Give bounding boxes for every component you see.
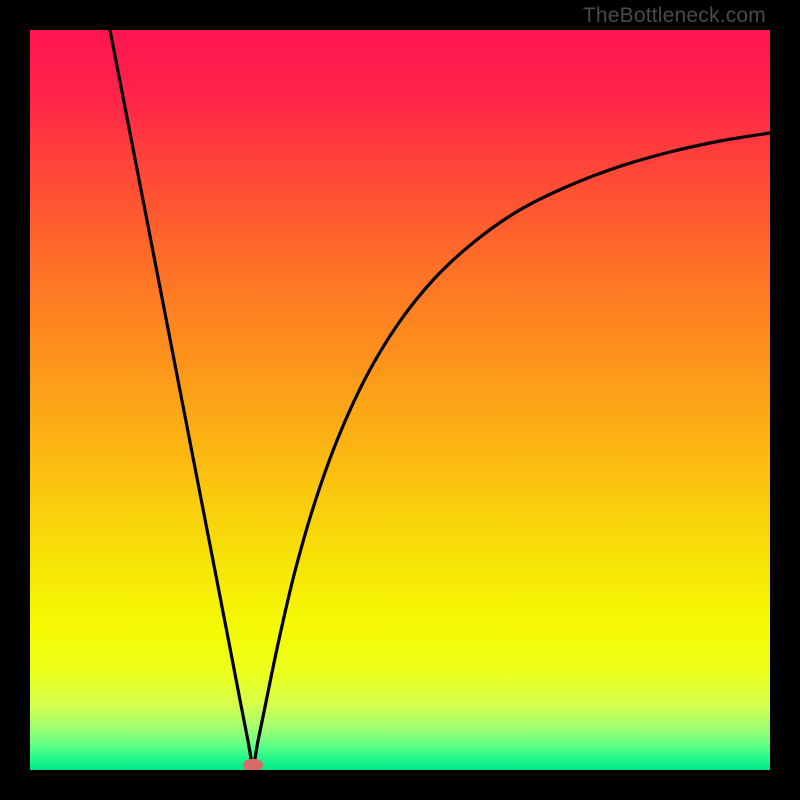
- bottleneck-curve: [110, 30, 770, 765]
- watermark-text: TheBottleneck.com: [583, 4, 766, 28]
- curve-layer: [30, 30, 770, 770]
- chart-plot-area: [30, 30, 770, 770]
- optimal-point-marker: [243, 759, 263, 770]
